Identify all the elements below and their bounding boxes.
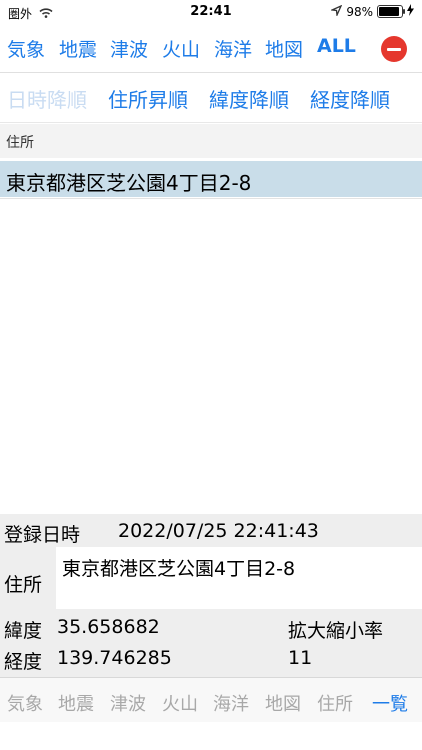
- bottom-tab-address[interactable]: 住所: [317, 690, 353, 716]
- longitude-value: 139.746285: [57, 647, 172, 669]
- list-divider: [0, 198, 422, 199]
- location-arrow-icon: [329, 4, 343, 19]
- status-bar: 圏外 22:41 98%: [0, 0, 422, 24]
- tab-ocean[interactable]: 海洋: [214, 35, 252, 62]
- tab-weather[interactable]: 気象: [7, 35, 45, 62]
- category-tabs: 気象 地震 津波 火山 海洋 地図 ALL: [0, 28, 422, 73]
- zoom-value: 11: [288, 647, 313, 669]
- registered-value: 2022/07/25 22:41:43: [118, 520, 319, 542]
- remove-button[interactable]: [381, 36, 407, 62]
- address-label: 住所: [4, 574, 43, 596]
- list-header-label: 住所: [6, 135, 34, 151]
- battery-percent: 98%: [346, 4, 373, 19]
- bottom-tab-map[interactable]: 地図: [265, 690, 301, 716]
- tab-map[interactable]: 地図: [265, 35, 303, 62]
- list-item-address: 東京都港区芝公園4丁目2-8: [6, 171, 252, 195]
- sort-longitude-desc[interactable]: 経度降順: [310, 84, 390, 113]
- zoom-label: 拡大縮小率: [288, 620, 384, 642]
- minus-icon: [387, 47, 401, 51]
- bottom-tab-list[interactable]: 一覧: [372, 690, 408, 716]
- tab-volcano[interactable]: 火山: [162, 35, 200, 62]
- list-item[interactable]: 東京都港区芝公園4丁目2-8: [0, 161, 422, 197]
- sort-latitude-desc[interactable]: 緯度降順: [209, 84, 289, 113]
- list-header: 住所: [0, 124, 422, 158]
- bottom-tab-earthquake[interactable]: 地震: [58, 690, 94, 716]
- sort-address-asc[interactable]: 住所昇順: [108, 84, 188, 113]
- detail-panel: 登録日時 2022/07/25 22:41:43 住所 東京都港区芝公園4丁目2…: [0, 514, 422, 677]
- address-value: 東京都港区芝公園4丁目2-8: [62, 558, 296, 580]
- latitude-value: 35.658682: [57, 616, 160, 638]
- tab-all[interactable]: ALL: [317, 35, 356, 57]
- tab-tsunami[interactable]: 津波: [110, 35, 148, 62]
- sort-date-desc[interactable]: 日時降順: [7, 84, 87, 113]
- bottom-tab-tsunami[interactable]: 津波: [110, 690, 146, 716]
- home-area: [0, 722, 422, 750]
- longitude-label: 経度: [4, 651, 43, 673]
- registered-label: 登録日時: [4, 524, 81, 546]
- bottom-tab-ocean[interactable]: 海洋: [213, 690, 249, 716]
- charging-bolt-icon: [407, 4, 414, 19]
- sort-tabs: 日時降順 住所昇順 緯度降順 経度降順: [0, 76, 422, 123]
- bottom-tab-bar: 気象 地震 津波 火山 海洋 地図 住所 一覧: [0, 677, 422, 723]
- bottom-tab-weather[interactable]: 気象: [7, 690, 43, 716]
- latitude-label: 緯度: [4, 620, 43, 642]
- battery-icon: [377, 5, 405, 18]
- tab-earthquake[interactable]: 地震: [59, 35, 97, 62]
- status-right: 98%: [329, 4, 414, 19]
- bottom-tab-volcano[interactable]: 火山: [162, 690, 198, 716]
